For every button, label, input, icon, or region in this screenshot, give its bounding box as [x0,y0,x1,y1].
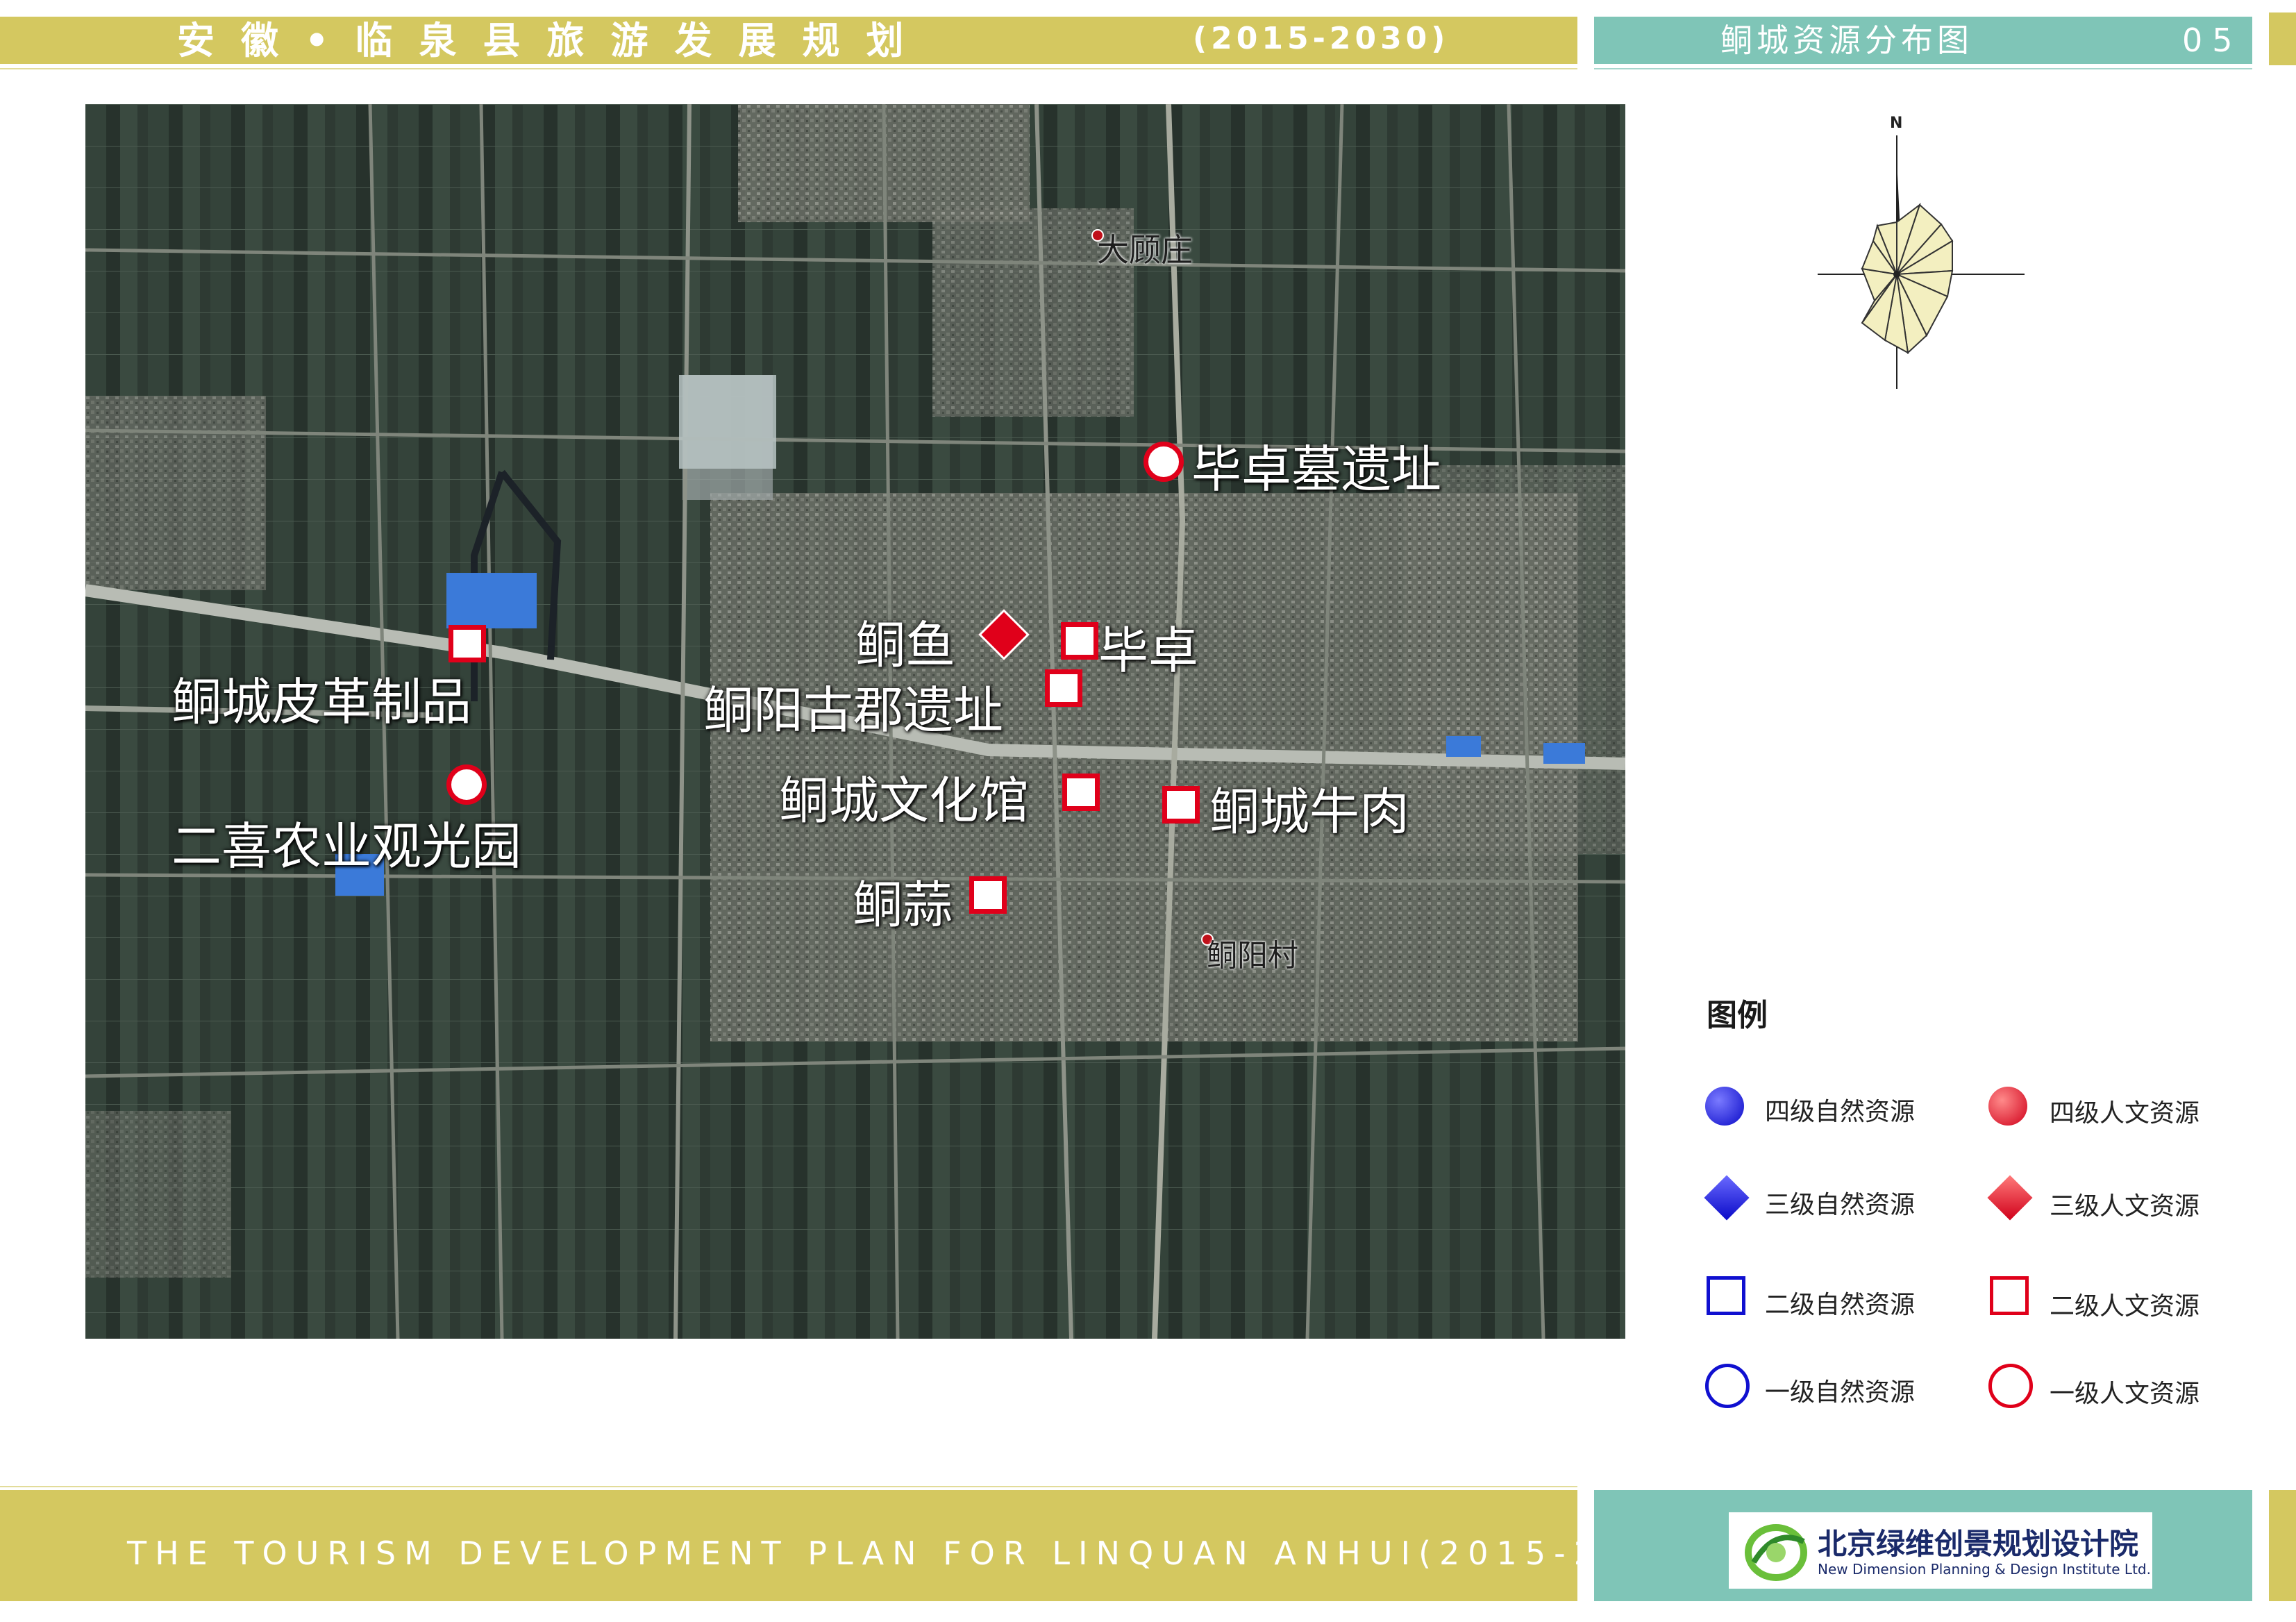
village-label: 大顾庄 [1097,231,1193,269]
level2-natural-icon [1707,1276,1745,1315]
plan-title: 安徽•临泉县旅游发展规划 [177,18,930,62]
legend-label: 三级人文资源 [2050,1192,2200,1221]
level3-cultural-icon [1987,1175,2033,1221]
compass-rose-icon [1818,135,2025,389]
company-name-cn: 北京绿维创景规划设计院 [1818,1527,2139,1561]
resource-label: 鲖城牛肉 [1209,783,1410,841]
secondary-cultural-resource-marker[interactable] [969,876,1007,914]
company-logo-icon [1745,1524,1807,1581]
secondary-cultural-resource-marker[interactable] [449,625,486,662]
footer-edge-tab [2269,1490,2296,1601]
level1-cultural-icon [1988,1364,2033,1408]
compass-north-label: N [1890,115,1903,132]
resource-label: 毕卓 [1098,621,1199,680]
level4-natural-icon [1705,1087,1744,1126]
footer-topline [0,1486,1577,1487]
map-title: 鲖城资源分布图 [1720,22,1973,59]
header-underline-right [1594,68,2252,69]
level3-natural-icon [1704,1175,1750,1221]
footer-english-title: THE TOURISM DEVELOPMENT PLAN FOR LINQUAN… [127,1535,1709,1572]
secondary-cultural-resource-marker[interactable] [1062,774,1100,811]
legend-label: 二级人文资源 [2050,1292,2200,1321]
resource-label: 鲖城文化馆 [779,771,1030,830]
legend-label: 一级自然资源 [1765,1378,1916,1407]
resource-label: 毕卓墓遗址 [1191,440,1442,499]
legend-label: 一级人文资源 [2050,1380,2200,1408]
header-underline-left [0,68,1577,69]
legend-label: 四级人文资源 [2050,1099,2200,1128]
header-edge-tab [2269,12,2296,65]
resource-label: 鲖鱼 [855,616,956,674]
legend-title: 图例 [1707,998,1768,1033]
level4-cultural-icon [1988,1087,2027,1126]
secondary-cultural-resource-marker[interactable] [1061,622,1098,660]
primary-cultural-resource-marker[interactable] [446,764,487,805]
level2-cultural-icon [1990,1276,2029,1315]
primary-cultural-resource-marker[interactable] [1143,442,1184,482]
secondary-cultural-resource-marker[interactable] [1045,669,1082,707]
legend-label: 三级自然资源 [1765,1191,1916,1219]
plan-years: (2015-2030) [1193,21,1450,56]
resource-label: 鲖蒜 [853,876,953,934]
village-label: 鲖阳村 [1207,938,1298,973]
legend-label: 二级自然资源 [1765,1291,1916,1319]
company-name-en: New Dimension Planning & Design Institut… [1818,1561,2151,1578]
resource-label: 二喜农业观光园 [171,817,522,876]
secondary-cultural-resource-marker[interactable] [1162,786,1200,823]
resource-label: 鲖城皮革制品 [171,673,472,731]
resource-label: 鲖阳古郡遗址 [703,681,1004,739]
level1-natural-icon [1705,1364,1750,1408]
page-number: 05 [2182,22,2243,59]
legend-label: 四级自然资源 [1765,1098,1916,1126]
